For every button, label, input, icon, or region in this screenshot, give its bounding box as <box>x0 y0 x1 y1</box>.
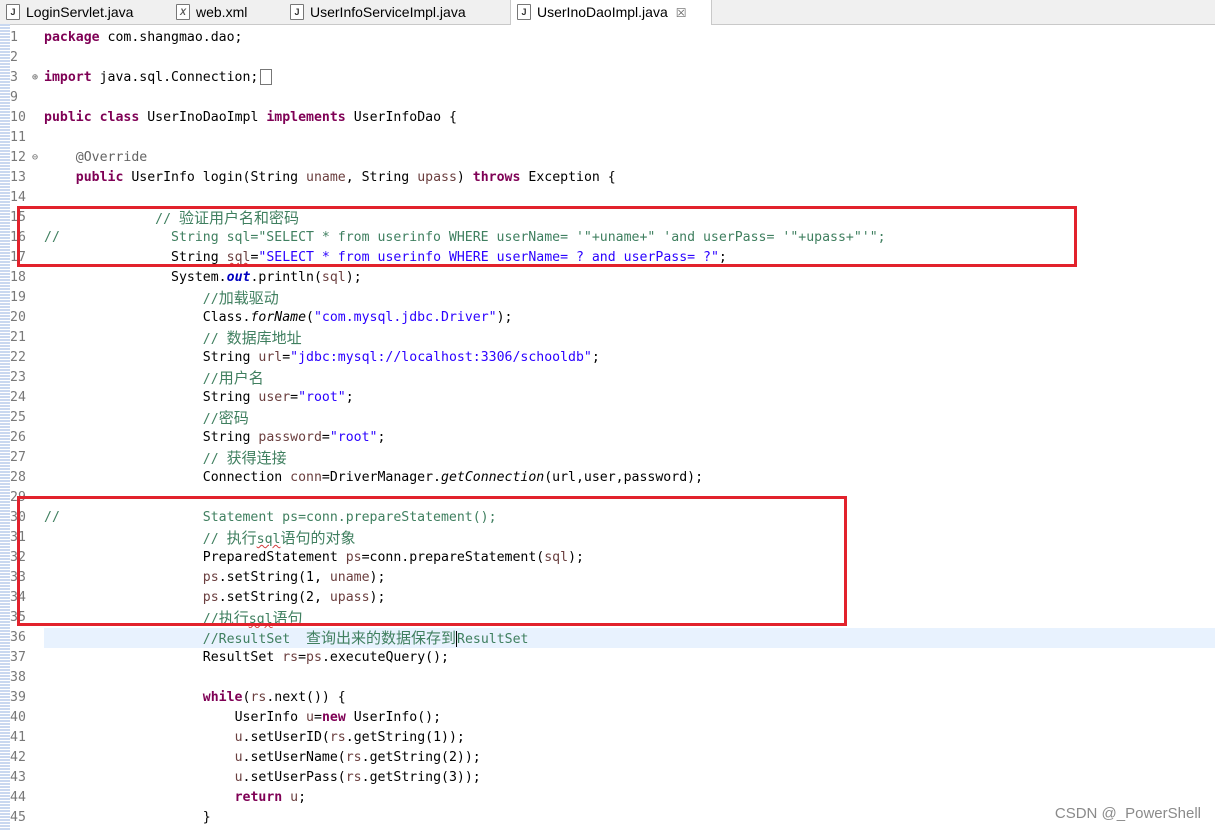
code-line: 43 u.setUserPass(rs.getString(3)); <box>10 770 481 785</box>
code-line: 27 // 获得连接 <box>10 449 287 467</box>
code-line: 26 String password="root"; <box>10 430 386 445</box>
code-line: 30// Statement ps=conn.prepareStatement(… <box>10 510 497 525</box>
java-file-icon: J <box>6 4 20 21</box>
code-line: 16// String sql="SELECT * from userinfo … <box>10 230 886 245</box>
code-line: 10 public class UserInoDaoImpl implements… <box>10 110 457 125</box>
code-line: 33 ps.setString(1, uname); <box>10 570 386 585</box>
code-line: 9 <box>10 90 18 105</box>
code-line: 37 ResultSet rs=ps.executeQuery(); <box>10 650 449 665</box>
java-file-icon: J <box>290 4 304 21</box>
code-line: 24 String user="root"; <box>10 390 354 405</box>
code-line: 25 //密码 <box>10 409 249 427</box>
code-line: 31 // 执行sql语句的对象 <box>10 529 356 547</box>
code-line: 1 package com.shangmao.dao; <box>10 30 243 45</box>
code-editor[interactable]: 1 package com.shangmao.dao; 2 3 ⊕ import ja… <box>0 24 1215 831</box>
code-line: 39 while(rs.next()) { <box>10 690 346 705</box>
editor-tab-bar: J LoginServlet.java Xweb.xml J UserInfoSer… <box>0 0 1215 25</box>
code-line: 14 <box>10 190 26 205</box>
code-line: 17 String sql="SELECT * from userinfo WH… <box>10 250 727 265</box>
tab-label: UserInoDaoImpl.java <box>537 4 668 20</box>
close-icon[interactable]: ☒ <box>676 6 687 20</box>
code-line: 21 // 数据库地址 <box>10 329 302 347</box>
code-line: 41 u.setUserID(rs.getString(1)); <box>10 730 465 745</box>
code-line: 23 //用户名 <box>10 369 264 387</box>
code-line: 40 UserInfo u=new UserInfo(); <box>10 710 442 725</box>
tab-webxml[interactable]: Xweb.xml <box>170 0 280 24</box>
code-line: 35 //执行sql语句 <box>10 609 303 627</box>
code-line: 32 PreparedStatement ps=conn.prepareStat… <box>10 550 584 565</box>
code-line: 45 } <box>10 810 211 825</box>
tab-label: UserInfoServiceImpl.java <box>310 4 466 20</box>
xml-file-icon: X <box>176 4 190 21</box>
tab-loginservlet[interactable]: J LoginServlet.java <box>0 0 166 24</box>
tab-userinfoserviceimpl[interactable]: J UserInfoServiceImpl.java <box>284 0 506 24</box>
code-line: 3 ⊕ import java.sql.Connection; <box>0 68 1215 88</box>
code-line: 15 // 验证用户名和密码 <box>10 209 299 227</box>
tab-label: web.xml <box>196 4 248 20</box>
code-line: 19 //加载驱动 <box>10 289 279 307</box>
code-line: 34 ps.setString(2, upass); <box>10 590 386 605</box>
code-line: 11 <box>10 130 26 145</box>
tab-label: LoginServlet.java <box>26 4 134 20</box>
current-code-line: 36 //ResultSet 查询出来的数据保存到ResultSet <box>10 628 1215 648</box>
code-line: 42 u.setUserName(rs.getString(2)); <box>10 750 481 765</box>
code-line: 44 return u; <box>10 790 307 805</box>
tab-userinodaoimpl[interactable]: J UserInoDaoImpl.java ☒ <box>510 0 712 25</box>
fold-collapse-icon[interactable]: ⊖ <box>32 148 42 168</box>
code-line: 22 String url="jdbc:mysql://localhost:33… <box>10 350 600 365</box>
code-line: 28 Connection conn=DriverManager.getConn… <box>10 470 704 485</box>
folded-imports-icon[interactable] <box>260 69 273 85</box>
fold-expand-icon[interactable]: ⊕ <box>32 68 42 88</box>
code-line: 38 <box>10 670 26 685</box>
code-line: 12 ⊖ @Override <box>0 148 1215 168</box>
code-line: 18 System.out.println(sql); <box>10 270 362 285</box>
watermark: CSDN @_PowerShell <box>1054 805 1201 822</box>
java-file-icon: J <box>517 4 531 21</box>
code-line: 2 <box>10 50 18 65</box>
code-line: 20 Class.forName("com.mysql.jdbc.Driver"… <box>10 310 513 325</box>
code-line: 29 <box>10 490 26 505</box>
code-line: 13 public UserInfo login(String uname, S… <box>10 170 616 185</box>
